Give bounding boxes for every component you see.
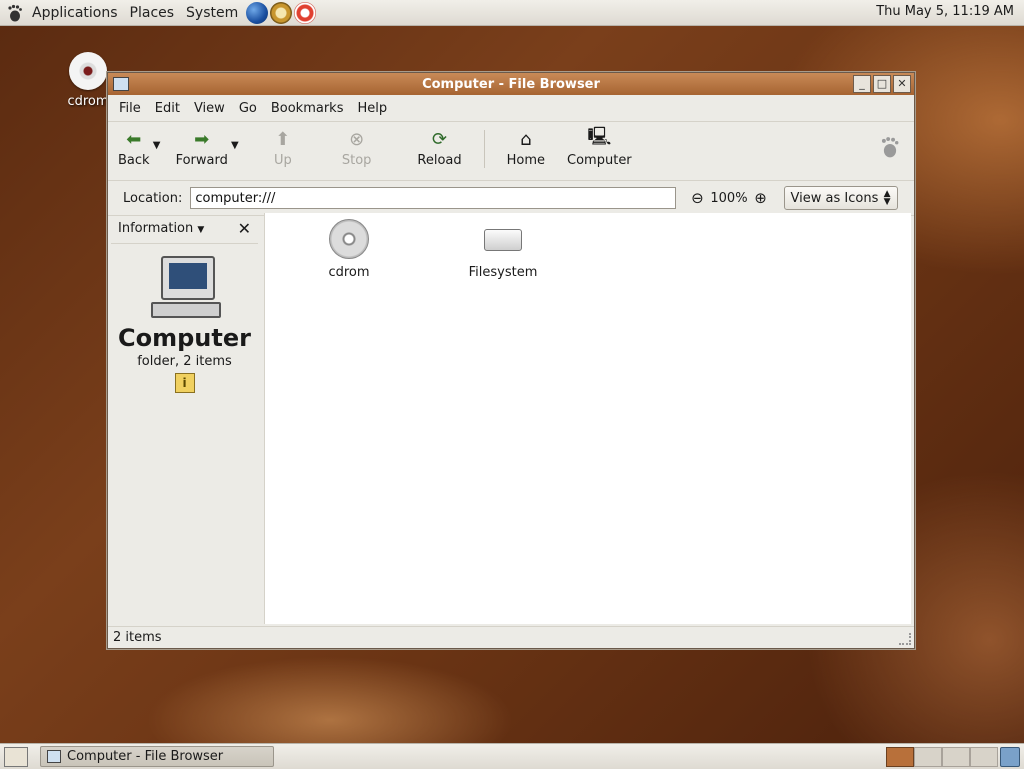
menu-edit[interactable]: Edit [148, 101, 187, 116]
applications-menu[interactable]: Applications [26, 5, 124, 21]
info-title: Computer [118, 324, 251, 352]
menu-file[interactable]: File [112, 101, 148, 116]
reload-button[interactable]: ⟳ Reload [417, 122, 461, 180]
forward-history-dropdown[interactable]: ▼ [228, 140, 242, 151]
window-title: Computer - File Browser [422, 76, 600, 92]
file-item-label: Filesystem [468, 265, 538, 280]
maximize-button[interactable]: □ [873, 75, 891, 93]
workspace-1[interactable] [886, 747, 914, 767]
workspace-switcher [886, 747, 998, 767]
back-history-dropdown[interactable]: ▼ [150, 140, 164, 151]
stop-label: Stop [341, 153, 372, 168]
places-menu[interactable]: Places [124, 5, 181, 21]
toolbar: ⬅ Back ▼ ➡ Forward ▼ ⬆ Up ⊗ Stop ⟳ Reloa… [108, 122, 914, 181]
file-browser-window: Computer - File Browser _ □ ✕ File Edit … [107, 72, 915, 649]
status-text: 2 items [113, 630, 162, 645]
resize-grip[interactable] [899, 633, 911, 645]
cd-icon [69, 52, 107, 90]
side-pane-selector[interactable]: Information ▼ [118, 221, 204, 236]
computer-button[interactable]: 🖳 Computer [567, 122, 632, 180]
chevron-down-icon: ▼ [197, 224, 205, 235]
menu-bookmarks[interactable]: Bookmarks [264, 101, 351, 116]
throbber-icon [880, 136, 900, 164]
forward-arrow-icon: ➡ [194, 128, 210, 150]
location-label: Location: [123, 190, 183, 206]
side-pane: Information ▼ ✕ Computer folder, 2 items… [111, 213, 258, 623]
web-browser-icon[interactable] [246, 1, 269, 24]
computer-large-icon [150, 256, 221, 318]
zoom-control: ⊖ 100% ⊕ [688, 189, 769, 207]
file-view[interactable]: cdrom Filesystem [264, 213, 911, 624]
show-desktop-icon[interactable] [4, 746, 28, 767]
zoom-in-icon[interactable]: ⊕ [752, 189, 770, 207]
drive-icon [484, 229, 522, 251]
side-pane-header: Information ▼ ✕ [111, 213, 258, 244]
home-label: Home [506, 153, 546, 168]
location-input[interactable] [190, 187, 677, 209]
stop-button[interactable]: ⊗ Stop [342, 122, 372, 180]
up-button[interactable]: ⬆ Up [272, 122, 294, 180]
back-button[interactable]: ⬅ Back [118, 122, 150, 180]
minimize-button[interactable]: _ [853, 75, 871, 93]
mail-icon[interactable] [270, 1, 293, 24]
home-button[interactable]: ⌂ Home [507, 122, 545, 180]
status-bar: 2 items [108, 626, 914, 648]
view-mode-label: View as Icons [790, 190, 879, 206]
forward-button[interactable]: ➡ Forward [176, 122, 228, 180]
stop-icon: ⊗ [349, 128, 365, 150]
desktop-icon-label: cdrom [67, 94, 109, 109]
toolbar-separator [483, 130, 485, 168]
top-panel: Applications Places System Thu May 5, 11… [0, 0, 1024, 26]
info-subtitle: folder, 2 items [137, 354, 232, 369]
reload-icon: ⟳ [431, 128, 448, 150]
trash-icon[interactable] [1000, 747, 1020, 767]
window-titlebar[interactable]: Computer - File Browser _ □ ✕ [108, 73, 914, 95]
back-label: Back [118, 153, 150, 168]
location-bar: Location: ⊖ 100% ⊕ View as Icons ▲▼ [108, 181, 914, 216]
view-mode-select[interactable]: View as Icons ▲ ▼ [783, 186, 898, 210]
clock[interactable]: Thu May 5, 11:19 AM [876, 4, 1014, 19]
close-button[interactable]: ✕ [893, 75, 911, 93]
close-icon[interactable]: ✕ [238, 219, 251, 238]
file-item-filesystem[interactable]: Filesystem [463, 219, 543, 280]
updown-arrow-icon: ▲ ▼ [883, 189, 891, 207]
cd-icon [329, 219, 369, 259]
side-pane-selector-label: Information [118, 220, 194, 236]
desktop-icon-cdrom[interactable]: cdrom [64, 52, 112, 109]
workspace-3[interactable] [942, 747, 970, 767]
computer-icon: 🖳 [587, 126, 612, 147]
workspace-2[interactable] [914, 747, 942, 767]
workspace-4[interactable] [970, 747, 998, 767]
home-icon: ⌂ [520, 128, 532, 150]
system-menu[interactable]: System [180, 5, 244, 21]
forward-label: Forward [175, 153, 228, 168]
menu-go[interactable]: Go [232, 101, 264, 116]
taskbar-label: Computer - File Browser [67, 749, 224, 764]
bottom-panel: Computer - File Browser [0, 743, 1024, 769]
menu-view[interactable]: View [187, 101, 232, 116]
back-arrow-icon: ⬅ [126, 128, 142, 150]
taskbar-button[interactable]: Computer - File Browser [40, 746, 274, 767]
menubar: File Edit View Go Bookmarks Help [108, 95, 914, 122]
zoom-out-icon[interactable]: ⊖ [688, 189, 706, 207]
menu-help[interactable]: Help [350, 101, 394, 116]
zoom-level[interactable]: 100% [710, 191, 747, 206]
file-item-cdrom[interactable]: cdrom [309, 219, 389, 280]
file-item-label: cdrom [328, 265, 370, 280]
reload-label: Reload [417, 153, 462, 168]
gnome-foot-icon[interactable] [4, 2, 26, 24]
up-arrow-icon: ⬆ [275, 128, 291, 150]
emblem-icon: i [174, 373, 195, 393]
help-icon[interactable] [294, 1, 317, 24]
computer-icon [47, 750, 61, 763]
computer-label: Computer [567, 153, 632, 168]
up-label: Up [273, 153, 292, 168]
